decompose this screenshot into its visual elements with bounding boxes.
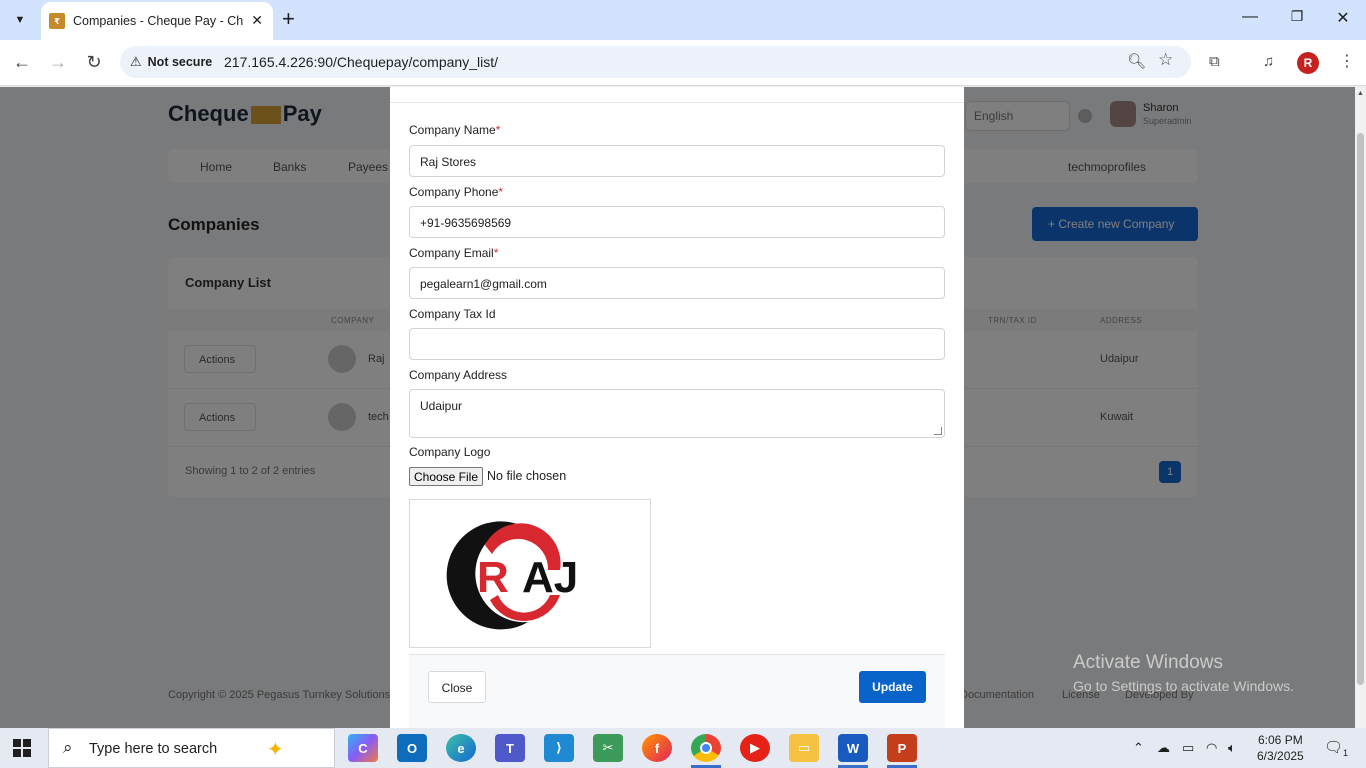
- company-phone-label: Company Phone*: [409, 185, 504, 199]
- file-status-text: No file chosen: [487, 469, 567, 483]
- minimize-window-button[interactable]: —: [1240, 8, 1260, 26]
- security-label: Not secure: [147, 55, 213, 69]
- firefox-app-icon[interactable]: f: [642, 734, 672, 762]
- company-logo-label: Company Logo: [409, 445, 491, 459]
- media-controls-icon[interactable]: ♫: [1263, 53, 1274, 70]
- chrome-app-icon[interactable]: [691, 734, 721, 762]
- browser-tab[interactable]: ₹ Companies - Cheque Pay - Che ✕: [41, 2, 273, 40]
- taskbar-clock[interactable]: 6:06 PM 6/3/2025: [1257, 732, 1304, 764]
- outlook-app-icon[interactable]: O: [397, 734, 427, 762]
- clock-date: 6/3/2025: [1257, 749, 1304, 763]
- word-app-icon[interactable]: W: [838, 734, 868, 762]
- company-email-label: Company Email*: [409, 246, 499, 260]
- snipping-tool-app-icon[interactable]: ✂: [593, 734, 623, 762]
- tab-title: Companies - Cheque Pay - Che: [73, 14, 243, 28]
- company-address-value: Udaipur: [420, 399, 463, 413]
- windows-taskbar: ⌕ Type here to search ✦ C O e T ⟩ ✂ f ▶ …: [0, 728, 1366, 768]
- copilot-app-icon[interactable]: C: [348, 734, 378, 762]
- wifi-icon[interactable]: ◠: [1206, 740, 1217, 756]
- edit-company-modal: Company Name* Raj Stores Company Phone* …: [390, 87, 964, 728]
- modal-footer: Close Update: [409, 654, 945, 728]
- company-name-label: Company Name*: [409, 123, 501, 137]
- logo-letter-r: R: [477, 553, 509, 602]
- raj-logo-image: R AJ: [446, 521, 578, 630]
- reload-icon[interactable]: ↻: [83, 52, 105, 73]
- browser-toolbar: ← → ↻ ⚠ Not secure 217.165.4.226:90/Cheq…: [0, 40, 1366, 86]
- file-explorer-app-icon[interactable]: ▭: [789, 734, 819, 762]
- tab-search-button[interactable]: ▼: [7, 7, 33, 33]
- company-tax-id-input[interactable]: [409, 328, 945, 360]
- activate-windows-watermark: Activate Windows Go to Settings to activ…: [1073, 652, 1294, 694]
- tray-chevron-icon[interactable]: ⌃: [1133, 740, 1144, 756]
- watermark-title: Activate Windows: [1073, 652, 1223, 673]
- resize-handle-icon[interactable]: [934, 427, 942, 435]
- security-indicator[interactable]: ⚠ Not secure: [130, 54, 212, 70]
- teams-app-icon[interactable]: T: [495, 734, 525, 762]
- choose-file-button[interactable]: Choose File: [409, 467, 483, 486]
- restore-window-button[interactable]: ❐: [1287, 8, 1307, 25]
- warning-triangle-icon: ⚠: [130, 54, 142, 69]
- back-arrow-icon[interactable]: ←: [11, 52, 33, 73]
- scrollbar-thumb[interactable]: [1357, 133, 1364, 685]
- update-button[interactable]: Update: [859, 671, 926, 703]
- company-address-textarea[interactable]: Udaipur: [409, 389, 945, 438]
- page-scrollbar[interactable]: ▲: [1355, 87, 1366, 728]
- powerpoint-app-icon[interactable]: P: [887, 734, 917, 762]
- site-favicon-icon: ₹: [49, 13, 65, 29]
- network-error-icon[interactable]: ☁: [1157, 740, 1170, 756]
- close-window-button[interactable]: ✕: [1333, 8, 1353, 28]
- taskbar-search-box[interactable]: ⌕ Type here to search ✦: [48, 728, 335, 768]
- company-tax-id-label: Company Tax Id: [409, 307, 496, 321]
- url-text[interactable]: 217.165.4.226:90/Chequepay/company_list/: [224, 54, 498, 70]
- logo-letters-aj: AJ: [522, 553, 578, 602]
- search-icon: ⌕: [63, 738, 73, 757]
- company-phone-input[interactable]: +91-9635698569: [409, 206, 945, 238]
- forward-arrow-icon[interactable]: →: [47, 52, 69, 73]
- edge-app-icon[interactable]: e: [446, 734, 476, 762]
- watermark-subtitle: Go to Settings to activate Windows.: [1073, 678, 1294, 694]
- company-email-input[interactable]: pegalearn1@gmail.com: [409, 267, 945, 299]
- volume-icon[interactable]: 🔈︎: [1228, 740, 1236, 756]
- clock-time: 6:06 PM: [1258, 733, 1303, 747]
- extensions-icon[interactable]: ⧉: [1209, 53, 1220, 70]
- more-menu-icon[interactable]: ⋮: [1339, 51, 1355, 71]
- profile-avatar[interactable]: R: [1297, 52, 1319, 74]
- close-button[interactable]: Close: [428, 671, 486, 703]
- bookmark-star-icon[interactable]: ☆: [1158, 50, 1173, 70]
- company-name-input[interactable]: Raj Stores: [409, 145, 945, 177]
- scroll-up-arrow-icon[interactable]: ▲: [1357, 90, 1364, 97]
- zoom-icon[interactable]: 🔍︎: [1127, 52, 1146, 70]
- address-bar[interactable]: ⚠ Not secure 217.165.4.226:90/Chequepay/…: [120, 46, 1191, 78]
- new-tab-button[interactable]: +: [282, 8, 295, 30]
- windows-start-icon[interactable]: [13, 739, 31, 757]
- copilot-sparkle-icon: ✦: [267, 739, 284, 761]
- modal-header-divider: [390, 102, 964, 103]
- company-logo-preview: R AJ: [409, 499, 651, 648]
- search-placeholder: Type here to search: [89, 741, 218, 757]
- youtube-app-icon[interactable]: ▶: [740, 734, 770, 762]
- notification-center-icon[interactable]: 🗨︎1: [1324, 738, 1348, 758]
- browser-tab-strip: ▼ ₹ Companies - Cheque Pay - Che ✕ + — ❐…: [0, 0, 1366, 40]
- company-address-label: Company Address: [409, 368, 508, 382]
- vscode-app-icon[interactable]: ⟩: [544, 734, 574, 762]
- tab-close-icon[interactable]: ✕: [251, 12, 263, 29]
- battery-icon[interactable]: ▭: [1182, 740, 1194, 756]
